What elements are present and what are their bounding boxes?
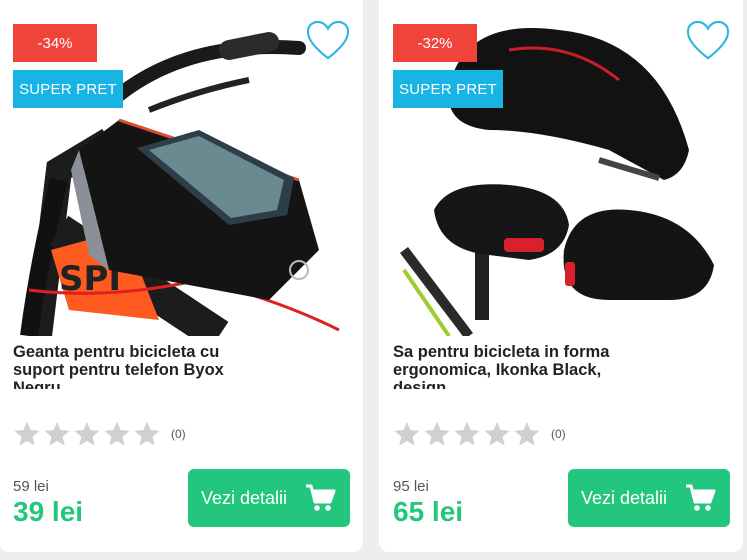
discount-badge: -32% <box>393 24 477 62</box>
old-price: 59 lei <box>13 478 49 495</box>
product-card[interactable]: -32% SUPER PRET Sa pentru bicicleta in f… <box>379 0 743 552</box>
star-icon <box>44 421 70 446</box>
super-pret-badge: SUPER PRET <box>13 70 123 108</box>
star-icon <box>454 421 480 446</box>
product-title[interactable]: Geanta pentru bicicleta cu suport pentru… <box>13 343 243 389</box>
view-details-label: Vezi detalii <box>580 487 668 508</box>
rating-stars <box>393 420 541 448</box>
old-price: 95 lei <box>393 478 429 495</box>
product-title[interactable]: Sa pentru bicicleta in forma ergonomica,… <box>393 343 623 389</box>
heart-icon[interactable] <box>685 20 731 62</box>
star-icon <box>394 421 420 446</box>
shopping-cart-icon <box>306 484 336 511</box>
view-details-label: Vezi detalii <box>200 487 288 508</box>
new-price: 65 lei <box>393 496 464 527</box>
super-pret-badge: SUPER PRET <box>393 70 503 108</box>
new-price: 39 lei <box>13 496 84 527</box>
rating: (0) <box>13 420 186 448</box>
rating-count: (0) <box>171 427 186 441</box>
star-icon <box>14 421 40 446</box>
product-card[interactable]: SPI -34% SUPER PRET Geanta pentru bicicl… <box>0 0 363 552</box>
rating: (0) <box>393 420 566 448</box>
shopping-cart-icon <box>686 484 716 511</box>
discount-badge: -34% <box>13 24 97 62</box>
view-details-button[interactable]: Vezi detalii <box>568 469 730 527</box>
star-icon <box>424 421 450 446</box>
star-icon <box>74 421 100 446</box>
rating-count: (0) <box>551 427 566 441</box>
star-icon <box>514 421 540 446</box>
heart-icon[interactable] <box>305 20 351 62</box>
rating-stars <box>13 420 161 448</box>
view-details-button[interactable]: Vezi detalii <box>188 469 350 527</box>
star-icon <box>134 421 160 446</box>
star-icon <box>484 421 510 446</box>
star-icon <box>104 421 130 446</box>
